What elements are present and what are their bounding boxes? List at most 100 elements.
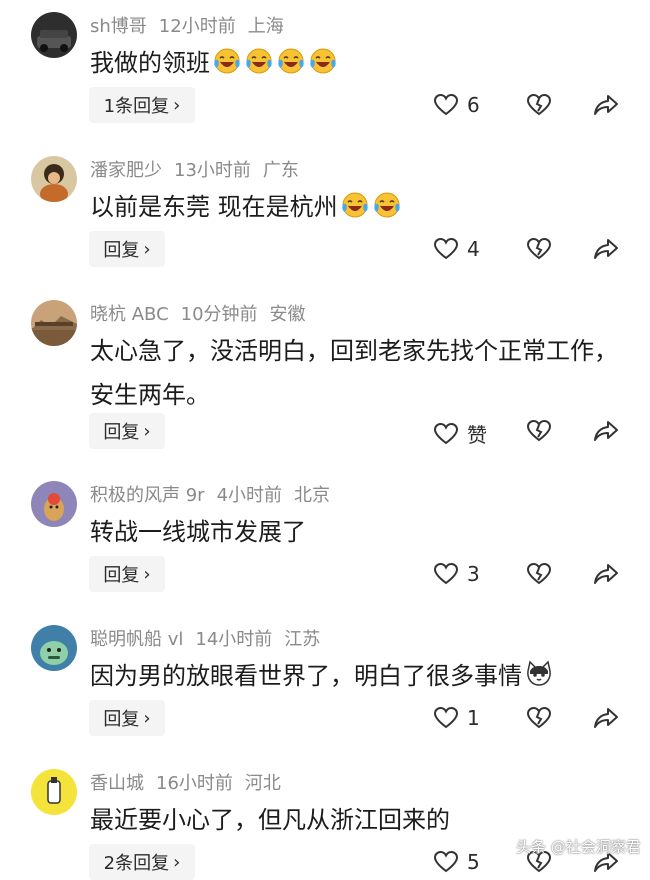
like-count: 5: [467, 850, 480, 874]
comment-location: 北京: [294, 485, 331, 506]
reply-button[interactable]: 回复 ›: [89, 700, 165, 736]
like-count: 赞: [467, 423, 487, 447]
avatar[interactable]: [31, 12, 77, 58]
chevron-right-icon: ›: [173, 94, 181, 116]
reply-label: 1条回复: [103, 96, 170, 117]
avatar[interactable]: [31, 625, 77, 671]
comment-body: 最近要小心了，但凡从浙江回来的: [90, 806, 450, 834]
chevron-right-icon: ›: [143, 420, 151, 442]
avatar[interactable]: [31, 769, 77, 815]
comment-meta: 潘家肥少 13小时前 广东: [90, 159, 311, 183]
comment-item: 晓杭 ABC 10分钟前 安徽 太心急了，没活明白，回到老家先找个正常工作，安生两年…: [0, 293, 650, 473]
comment-location: 河北: [244, 773, 281, 794]
broken-heart-icon[interactable]: [526, 419, 552, 443]
username[interactable]: 积极的风声 9r: [90, 485, 205, 506]
heart-outline-icon: [433, 422, 459, 444]
comment-time: 12小时前: [158, 16, 236, 37]
broken-heart-icon[interactable]: [526, 237, 552, 261]
reply-button[interactable]: 回复 ›: [89, 231, 165, 267]
reply-button[interactable]: 回复 ›: [89, 556, 165, 592]
broken-heart-icon[interactable]: [526, 562, 552, 586]
comment-text: 因为男的放眼看世界了，明白了很多事情: [90, 654, 630, 698]
comment-item: 积极的风声 9r 4小时前 北京 转战一线城市发展了 回复 › 3: [0, 474, 650, 618]
share-arrow-icon[interactable]: [593, 562, 619, 586]
username[interactable]: 香山城: [90, 773, 144, 794]
comment-time: 10分钟前: [180, 304, 258, 325]
like-count: 1: [467, 706, 480, 730]
share-arrow-icon[interactable]: [593, 237, 619, 261]
like-button[interactable]: 赞: [433, 419, 487, 448]
comment-item: 潘家肥少 13小时前 广东 以前是东莞 现在是杭州 回复 › 4: [0, 149, 650, 293]
like-count: 3: [467, 562, 480, 586]
comment-body: 我做的领班: [90, 49, 210, 77]
cry-laugh-emoji-icon: [246, 48, 272, 74]
comment-location: 安徽: [269, 304, 306, 325]
heart-outline-icon: [433, 562, 459, 585]
like-count: 4: [467, 237, 480, 261]
chevron-right-icon: ›: [143, 707, 151, 729]
username[interactable]: 晓杭 ABC: [90, 304, 169, 325]
comment-location: 广东: [262, 160, 299, 181]
watermark: 头条 @社会洞察君: [516, 838, 641, 856]
reply-label: 回复: [103, 422, 140, 443]
comment-body: 转战一线城市发展了: [90, 518, 306, 546]
comment-meta: 香山城 16小时前 河北: [90, 772, 293, 796]
comment-time: 14小时前: [195, 629, 273, 650]
like-button[interactable]: 1: [433, 706, 480, 730]
comment-body: 因为男的放眼看世界了，明白了很多事情: [90, 662, 522, 690]
avatar[interactable]: [31, 300, 77, 346]
reply-label: 2条回复: [103, 853, 170, 874]
heart-outline-icon: [433, 706, 459, 729]
share-arrow-icon[interactable]: [593, 93, 619, 117]
comment-text: 太心急了，没活明白，回到老家先找个正常工作，安生两年。: [90, 329, 630, 417]
broken-heart-icon[interactable]: [526, 93, 552, 117]
comment-text: 转战一线城市发展了: [90, 510, 630, 554]
cry-laugh-emoji-icon: [310, 48, 336, 74]
comment-meta: 积极的风声 9r 4小时前 北京: [90, 484, 342, 508]
cry-laugh-emoji-icon: [214, 48, 240, 74]
like-button[interactable]: 5: [433, 850, 480, 874]
heart-outline-icon: [433, 850, 459, 873]
comment-time: 13小时前: [174, 160, 251, 181]
reply-button[interactable]: 回复 ›: [89, 413, 165, 449]
comment-text: 以前是东莞 现在是杭州: [90, 185, 630, 229]
comment-item: 聪明帆船 vl 14小时前 江苏 因为男的放眼看世界了，明白了很多事情 回复 › 1: [0, 618, 650, 762]
comment-meta: 聪明帆船 vl 14小时前 江苏: [90, 628, 332, 652]
cat-face-emoji-icon: [527, 660, 551, 686]
heart-outline-icon: [433, 237, 459, 260]
like-count: 6: [467, 93, 480, 117]
comment-time: 4小时前: [216, 485, 283, 506]
reply-label: 回复: [103, 709, 140, 730]
share-arrow-icon[interactable]: [593, 706, 619, 730]
view-replies-button[interactable]: 1条回复 ›: [89, 87, 195, 123]
comment-body: 以前是东莞 现在是杭州: [90, 193, 338, 221]
cry-laugh-emoji-icon: [341, 192, 368, 218]
comment-text: 我做的领班: [90, 41, 630, 85]
username[interactable]: sh博哥: [90, 16, 147, 37]
avatar[interactable]: [31, 481, 77, 527]
view-replies-button[interactable]: 2条回复 ›: [89, 844, 195, 880]
share-arrow-icon[interactable]: [593, 419, 619, 443]
avatar[interactable]: [31, 156, 77, 202]
broken-heart-icon[interactable]: [526, 706, 552, 730]
emoji-group: [210, 48, 338, 77]
reply-label: 回复: [103, 240, 140, 261]
comment-location: 江苏: [284, 629, 321, 650]
like-button[interactable]: 4: [433, 237, 480, 261]
comment-location: 上海: [247, 16, 284, 37]
chevron-right-icon: ›: [173, 851, 181, 873]
comment-item: sh博哥 12小时前 上海 我做的领班 1条回复 › 6: [0, 5, 650, 149]
comment-time: 16小时前: [156, 773, 233, 794]
like-button[interactable]: 6: [433, 93, 480, 117]
chevron-right-icon: ›: [143, 563, 151, 585]
comment-meta: sh博哥 12小时前 上海: [90, 15, 296, 39]
username[interactable]: 潘家肥少: [90, 160, 162, 181]
emoji-group: [338, 192, 402, 221]
username[interactable]: 聪明帆船 vl: [90, 629, 183, 650]
like-button[interactable]: 3: [433, 562, 480, 586]
comment-meta: 晓杭 ABC 10分钟前 安徽: [90, 303, 318, 327]
chevron-right-icon: ›: [143, 238, 151, 260]
reply-label: 回复: [103, 565, 140, 586]
cry-laugh-emoji-icon: [278, 48, 304, 74]
emoji-group: [522, 660, 554, 690]
